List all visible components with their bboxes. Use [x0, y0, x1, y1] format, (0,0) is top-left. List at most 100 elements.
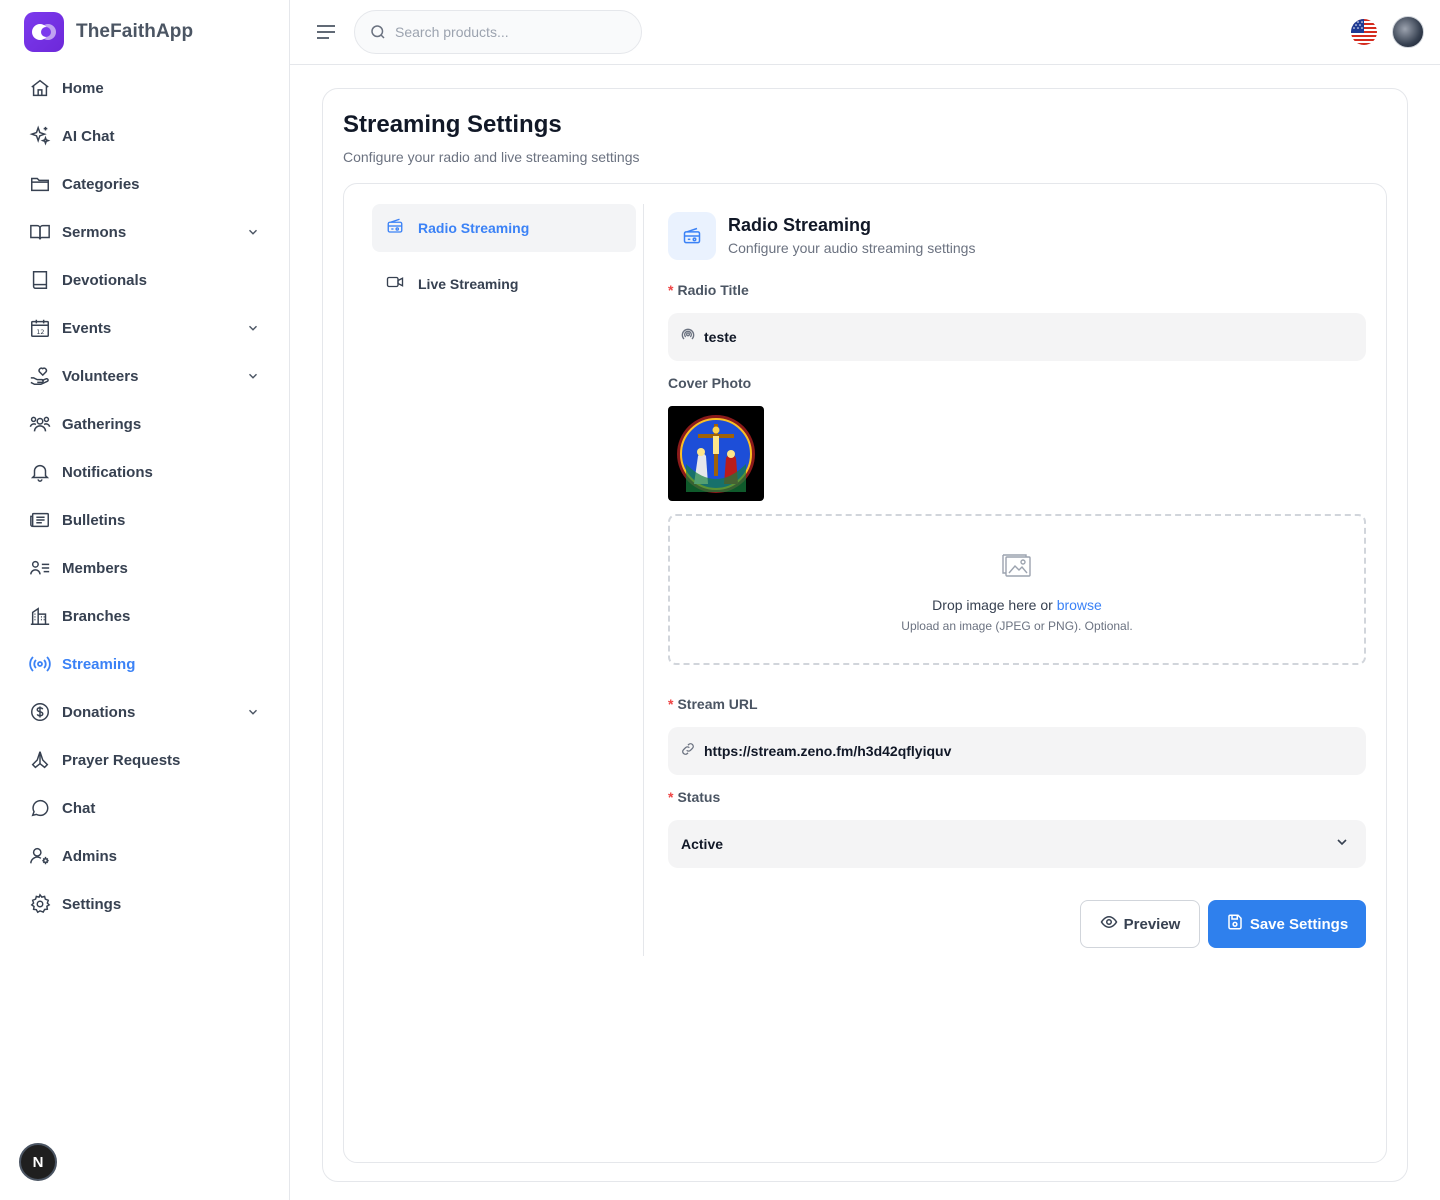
sidebar-item-label: Events	[62, 319, 112, 337]
home-icon	[28, 76, 52, 100]
sidebar-item-settings[interactable]: Settings	[16, 880, 274, 928]
sidebar-item-branches[interactable]: Branches	[16, 592, 274, 640]
us-flag-icon[interactable]	[1351, 19, 1377, 45]
radio-streaming-panel: Radio Streaming Configure your audio str…	[668, 212, 1366, 948]
chevron-down-icon[interactable]	[246, 321, 260, 340]
sidebar-item-label: Sermons	[62, 223, 127, 241]
sidebar-nav: Home AI Chat Categories Sermons Devotion…	[16, 64, 274, 928]
streaming-settings-card: Streaming Settings Configure your radio …	[322, 88, 1408, 1182]
cover-photo-label: Cover Photo	[668, 375, 752, 391]
newspaper-icon	[28, 508, 52, 532]
calendar-icon: 12	[28, 316, 52, 340]
svg-text:12: 12	[36, 328, 44, 336]
required-marker: *	[668, 789, 674, 805]
sidebar-item-label: Gatherings	[62, 415, 142, 433]
radio-title-label: * Radio Title	[668, 282, 749, 298]
menu-toggle-button[interactable]	[314, 20, 338, 44]
sidebar-item-chat[interactable]: Chat	[16, 784, 274, 832]
sparkles-icon	[28, 124, 52, 148]
sidebar-item-notifications[interactable]: Notifications	[16, 448, 274, 496]
panel-title: Radio Streaming	[728, 214, 872, 235]
praying-hands-icon	[28, 748, 52, 772]
sidebar-item-ai-chat[interactable]: AI Chat	[16, 112, 274, 160]
status-select[interactable]: Active	[668, 820, 1366, 868]
sidebar-item-label: Bulletins	[62, 511, 126, 529]
dropzone-hint: Upload an image (JPEG or PNG). Optional.	[901, 619, 1133, 633]
users-icon	[28, 412, 52, 436]
sidebar-item-events[interactable]: 12 Events	[16, 304, 274, 352]
sidebar-item-devotionals[interactable]: Devotionals	[16, 256, 274, 304]
folder-icon	[28, 172, 52, 196]
sidebar-item-home[interactable]: Home	[16, 64, 274, 112]
radio-title-value[interactable]: teste	[704, 329, 737, 345]
stream-url-field[interactable]: https://stream.zeno.fm/h3d42qflyiquv	[668, 727, 1366, 775]
tab-label: Live Streaming	[418, 276, 519, 292]
sidebar-item-label: Admins	[62, 847, 118, 865]
brand-name: TheFaithApp	[76, 21, 194, 42]
required-marker: *	[668, 282, 674, 298]
topbar	[290, 0, 1440, 65]
sidebar-item-label: Devotionals	[62, 271, 148, 289]
chevron-down-icon[interactable]	[246, 369, 260, 388]
settings-container: Radio Streaming Live Streaming Radio Str…	[343, 183, 1387, 1163]
sidebar-item-label: Settings	[62, 895, 122, 913]
browse-link[interactable]: browse	[1057, 597, 1102, 613]
sidebar-item-admins[interactable]: Admins	[16, 832, 274, 880]
sidebar-item-label: Home	[62, 79, 104, 97]
dollar-circle-icon	[28, 700, 52, 724]
user-list-icon	[28, 556, 52, 580]
avatar[interactable]	[1392, 16, 1424, 48]
save-settings-button[interactable]: Save Settings	[1208, 900, 1366, 948]
dev-badge[interactable]: N	[19, 1143, 57, 1181]
book-open-icon	[28, 220, 52, 244]
preview-button[interactable]: Preview	[1080, 900, 1200, 948]
required-marker: *	[668, 696, 674, 712]
bell-icon	[28, 460, 52, 484]
chevron-down-icon[interactable]	[246, 225, 260, 244]
user-cog-icon	[28, 844, 52, 868]
sidebar-item-volunteers[interactable]: Volunteers	[16, 352, 274, 400]
tab-live-streaming[interactable]: Live Streaming	[372, 260, 636, 308]
book-icon	[28, 268, 52, 292]
radio-icon	[386, 217, 404, 240]
search-input[interactable]	[395, 24, 615, 40]
chevron-down-icon[interactable]	[246, 705, 260, 724]
menu-icon	[317, 25, 335, 39]
sidebar-item-categories[interactable]: Categories	[16, 160, 274, 208]
image-dropzone[interactable]: Drop image here or browse Upload an imag…	[668, 514, 1366, 665]
tab-radio-streaming[interactable]: Radio Streaming	[372, 204, 636, 252]
sidebar-item-donations[interactable]: Donations	[16, 688, 274, 736]
brand[interactable]: TheFaithApp	[24, 12, 193, 52]
search-bar[interactable]	[354, 10, 642, 54]
image-upload-icon	[1002, 552, 1032, 583]
brand-logo-icon	[24, 12, 64, 52]
building-icon	[28, 604, 52, 628]
stream-url-value[interactable]: https://stream.zeno.fm/h3d42qflyiquv	[704, 743, 951, 759]
search-icon	[371, 25, 385, 39]
panel-subtitle: Configure your audio streaming settings	[728, 239, 976, 256]
tabs-divider	[643, 204, 644, 956]
gear-icon	[28, 892, 52, 916]
sidebar-item-members[interactable]: Members	[16, 544, 274, 592]
dropzone-text: Drop image here or browse	[932, 597, 1102, 613]
sidebar-item-label: Streaming	[62, 655, 136, 673]
podcast-icon	[680, 327, 696, 348]
cover-photo-thumbnail[interactable]	[668, 406, 764, 501]
streaming-tabs: Radio Streaming Live Streaming	[372, 204, 636, 316]
sidebar-item-label: Categories	[62, 175, 140, 193]
eye-icon	[1100, 913, 1118, 935]
sidebar-item-label: Donations	[62, 703, 136, 721]
sidebar: TheFaithApp Home AI Chat Categories Serm…	[0, 0, 290, 1200]
sidebar-item-gatherings[interactable]: Gatherings	[16, 400, 274, 448]
sidebar-item-bulletins[interactable]: Bulletins	[16, 496, 274, 544]
sidebar-item-sermons[interactable]: Sermons	[16, 208, 274, 256]
sidebar-item-label: Prayer Requests	[62, 751, 181, 769]
sidebar-item-streaming[interactable]: Streaming	[16, 640, 274, 688]
page-subtitle: Configure your radio and live streaming …	[343, 149, 640, 165]
message-circle-icon	[28, 796, 52, 820]
preview-button-label: Preview	[1123, 915, 1181, 933]
panel-header: Radio Streaming Configure your audio str…	[668, 212, 1366, 260]
sidebar-item-prayer-requests[interactable]: Prayer Requests	[16, 736, 274, 784]
radio-title-field[interactable]: teste	[668, 313, 1366, 361]
sidebar-item-label: Chat	[62, 799, 96, 817]
